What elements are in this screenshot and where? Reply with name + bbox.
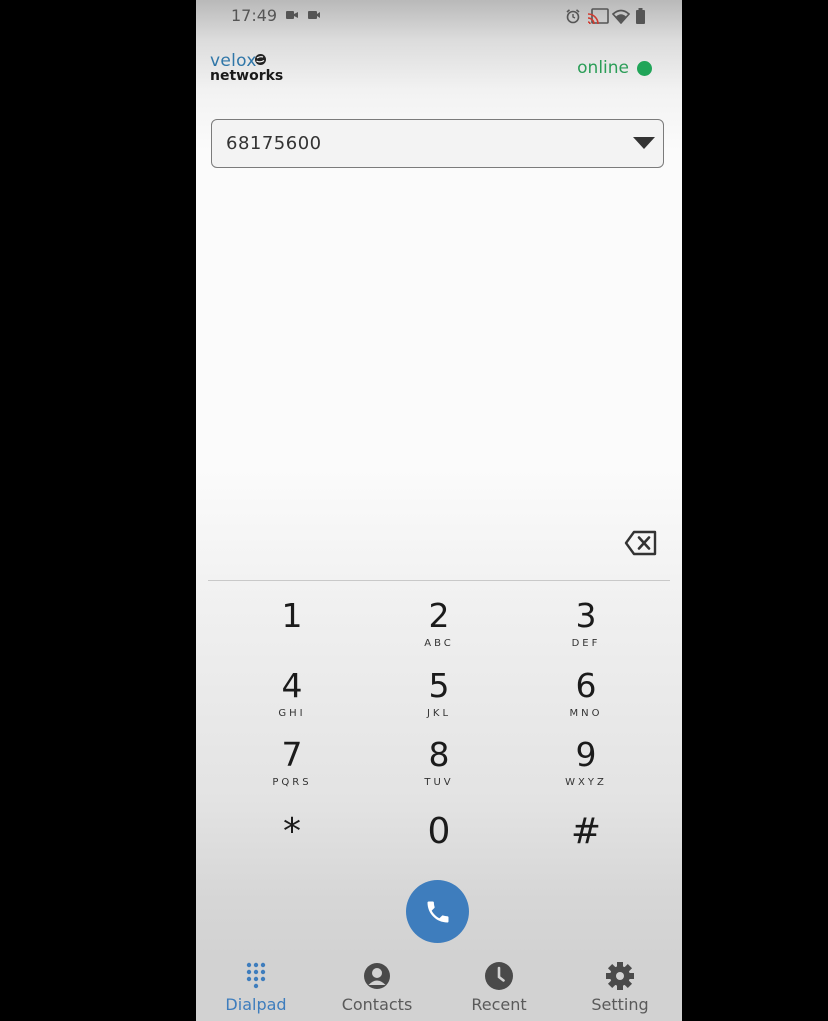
tab-dialpad[interactable]: Dialpad — [206, 960, 306, 1014]
key-9[interactable]: 9 WXYZ — [526, 737, 646, 799]
key-digit: 3 — [575, 596, 597, 635]
key-star[interactable]: * — [232, 810, 352, 872]
key-digit: 2 — [428, 596, 450, 635]
camera-notification-icon — [308, 11, 320, 19]
contact-icon — [364, 963, 390, 989]
key-digit: 7 — [281, 735, 303, 774]
key-3[interactable]: 3 DEF — [526, 598, 646, 660]
brand-logo: velox networks — [210, 51, 284, 84]
key-digit: 6 — [575, 666, 597, 705]
key-1[interactable]: 1 — [232, 598, 352, 660]
key-digit: 4 — [281, 666, 303, 705]
account-select-value: 68175600 — [226, 133, 322, 154]
alarm-icon — [566, 9, 580, 24]
key-digit: 9 — [575, 735, 597, 774]
key-5[interactable]: 5 JKL — [379, 668, 499, 730]
key-letters: TUV — [424, 777, 454, 788]
globe-icon — [255, 54, 266, 65]
backspace-icon[interactable] — [624, 530, 658, 556]
brand-name-line2: networks — [210, 68, 284, 84]
key-7[interactable]: 7 PQRS — [232, 737, 352, 799]
key-digit: 1 — [281, 596, 303, 635]
key-0[interactable]: 0 — [379, 810, 499, 872]
status-time: 17:49 — [231, 6, 278, 25]
connection-status-label: online — [577, 58, 629, 78]
key-2[interactable]: 2 ABC — [379, 598, 499, 660]
key-letters: PQRS — [272, 777, 312, 788]
clock-icon — [485, 962, 513, 990]
dropdown-arrow-icon — [633, 137, 655, 149]
dialpad-icon — [246, 962, 266, 989]
key-hash[interactable]: # — [526, 810, 646, 872]
connection-status: online — [577, 58, 652, 78]
key-digit: * — [283, 811, 301, 852]
call-button[interactable] — [406, 880, 469, 943]
cast-icon — [587, 8, 609, 25]
status-dot — [637, 60, 652, 76]
wifi-icon — [612, 9, 630, 24]
tab-label: Recent — [471, 995, 527, 1014]
key-letters: GHI — [278, 708, 306, 719]
bottom-tab-bar: Dialpad Contacts Recent Setting — [196, 950, 682, 1021]
tab-label: Dialpad — [225, 995, 287, 1014]
status-bar: 17:49 — [196, 0, 682, 32]
key-letters: ABC — [424, 638, 454, 649]
key-4[interactable]: 4 GHI — [232, 668, 352, 730]
divider — [208, 580, 670, 581]
tab-label: Setting — [591, 995, 649, 1014]
tab-setting[interactable]: Setting — [570, 960, 670, 1014]
gear-icon — [606, 962, 634, 990]
key-letters: WXYZ — [565, 777, 607, 788]
key-8[interactable]: 8 TUV — [379, 737, 499, 799]
phone-screen: 17:49 velox networks online 68175600 1 2… — [196, 0, 682, 1021]
key-digit: 5 — [428, 666, 450, 705]
key-letters: MNO — [569, 708, 603, 719]
tab-recent[interactable]: Recent — [449, 960, 549, 1014]
key-digit: 0 — [427, 811, 451, 852]
key-digit: # — [570, 811, 602, 852]
key-digit: 8 — [428, 735, 450, 774]
account-select[interactable]: 68175600 — [211, 119, 664, 168]
key-letters: JKL — [426, 708, 452, 719]
phone-icon — [427, 901, 448, 922]
battery-icon — [636, 8, 645, 24]
key-letters: DEF — [571, 638, 601, 649]
video-notification-icon — [286, 11, 298, 19]
tab-label: Contacts — [341, 995, 413, 1014]
brand-name-line1: velox — [210, 51, 257, 71]
key-6[interactable]: 6 MNO — [526, 668, 646, 730]
tab-contacts[interactable]: Contacts — [327, 960, 427, 1014]
